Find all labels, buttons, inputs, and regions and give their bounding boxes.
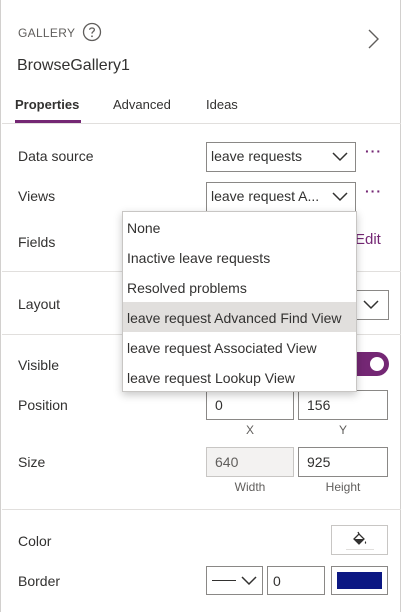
views-label: Views: [18, 188, 56, 204]
visible-toggle[interactable]: [355, 352, 389, 376]
views-more-button[interactable]: ···: [365, 183, 382, 199]
views-option-resolved[interactable]: Resolved problems: [123, 272, 356, 302]
help-icon[interactable]: [82, 22, 102, 42]
section-divider: [2, 509, 401, 510]
size-height-caption: Height: [325, 480, 361, 494]
size-height-input[interactable]: 925: [298, 447, 388, 477]
layout-select[interactable]: [355, 290, 389, 320]
control-name[interactable]: BrowseGallery1: [17, 57, 130, 75]
toggle-knob: [370, 357, 384, 371]
color-picker-button[interactable]: [331, 525, 388, 555]
data-source-label: Data source: [18, 148, 94, 164]
paint-bucket-icon: [353, 531, 367, 545]
size-label: Size: [18, 454, 46, 470]
position-y-input[interactable]: 156: [298, 390, 388, 420]
views-option-inactive[interactable]: Inactive leave requests: [123, 242, 356, 272]
layout-label: Layout: [18, 296, 61, 312]
views-option-none[interactable]: None: [123, 212, 356, 242]
border-thickness-input[interactable]: 0: [267, 566, 325, 595]
views-option-advanced-find[interactable]: leave request Advanced Find View: [123, 302, 356, 332]
control-type-label: GALLERY: [18, 26, 76, 40]
position-x-caption: X: [245, 423, 254, 437]
color-label: Color: [18, 533, 52, 549]
position-label: Position: [18, 397, 68, 413]
views-dropdown-menu: None Inactive leave requests Resolved pr…: [122, 211, 357, 392]
position-y-caption: Y: [338, 423, 347, 437]
color-swatch: [346, 549, 374, 551]
border-color-button[interactable]: [331, 566, 388, 595]
position-x-input[interactable]: 0: [206, 390, 294, 420]
visible-label: Visible: [18, 357, 59, 373]
size-width-caption: Width: [234, 480, 266, 494]
fields-label: Fields: [18, 234, 56, 250]
border-color-swatch: [337, 572, 382, 589]
data-source-more-button[interactable]: ···: [365, 143, 382, 159]
chevron-down-icon: [241, 576, 257, 586]
chevron-right-icon[interactable]: [363, 28, 383, 50]
chevron-down-icon: [332, 192, 348, 202]
tab-properties[interactable]: Properties: [15, 97, 79, 112]
fields-edit-link[interactable]: Edit: [355, 231, 381, 248]
border-style-preview: [212, 580, 236, 581]
data-source-select[interactable]: leave requests: [206, 142, 356, 172]
views-value: leave request A...: [211, 188, 320, 204]
data-source-value: leave requests: [211, 148, 303, 164]
tab-advanced[interactable]: Advanced: [113, 97, 171, 112]
chevron-down-icon: [332, 152, 348, 162]
properties-panel: GALLERY BrowseGallery1 Properties Advanc…: [0, 0, 401, 612]
views-select[interactable]: leave request A...: [206, 182, 356, 212]
border-label: Border: [18, 573, 61, 589]
views-option-associated[interactable]: leave request Associated View: [123, 332, 356, 362]
tabs-divider: [2, 123, 401, 124]
chevron-down-icon: [363, 300, 379, 310]
border-style-select[interactable]: [206, 566, 263, 595]
tab-ideas[interactable]: Ideas: [206, 97, 238, 112]
views-option-lookup[interactable]: leave request Lookup View: [123, 362, 356, 392]
size-width-input[interactable]: 640: [206, 447, 294, 477]
